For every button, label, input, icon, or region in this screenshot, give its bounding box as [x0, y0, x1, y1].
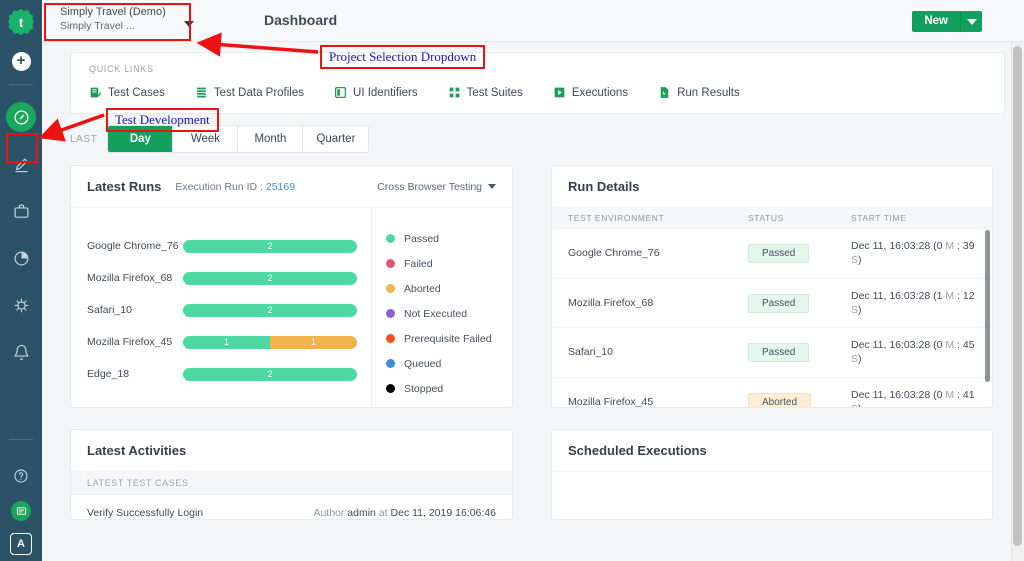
- arrow-to-test-development: [38, 113, 105, 142]
- annotation-arrows: [38, 32, 319, 142]
- arrow-to-project-dropdown: [196, 32, 319, 57]
- dashboard-page: t + A Simply Travel (Demo) Simply Travel…: [0, 0, 1024, 561]
